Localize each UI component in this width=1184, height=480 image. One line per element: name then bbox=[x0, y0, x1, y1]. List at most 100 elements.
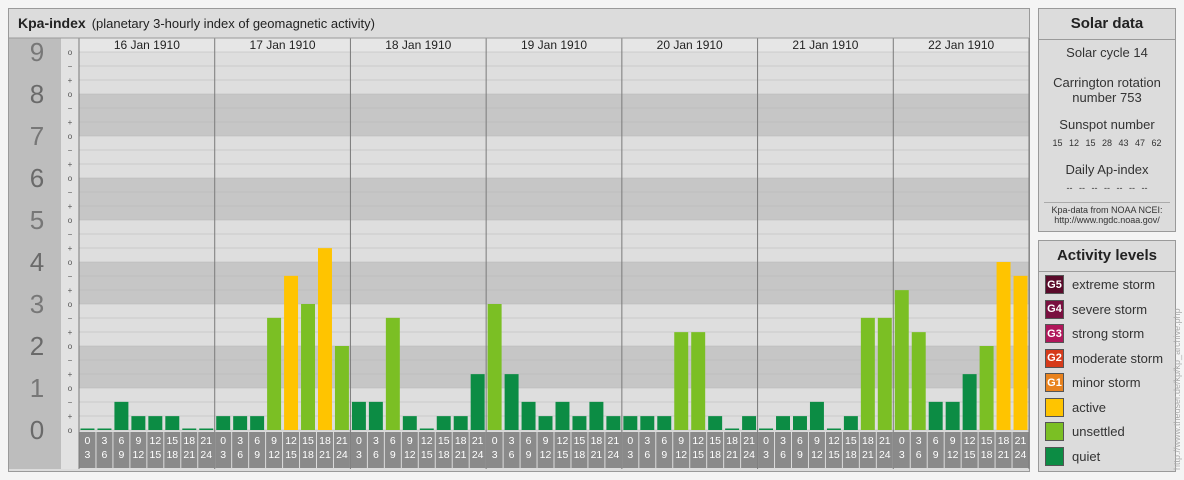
minor-tick-symbol: − bbox=[68, 398, 73, 407]
activity-level-swatch bbox=[1045, 422, 1064, 441]
kp-bar bbox=[877, 317, 892, 430]
interval-start-label: 21 bbox=[879, 435, 891, 447]
solar-data-title: Solar data bbox=[1039, 9, 1175, 40]
kp-bar bbox=[657, 416, 672, 430]
interval-start-label: 3 bbox=[509, 435, 515, 447]
activity-level-swatch: G1 bbox=[1045, 373, 1064, 392]
activity-level-label: unsettled bbox=[1072, 424, 1125, 439]
interval-start-label: 12 bbox=[149, 435, 161, 447]
interval-start-label: 3 bbox=[780, 435, 786, 447]
interval-end-label: 9 bbox=[118, 449, 124, 461]
activity-level-swatch: G4 bbox=[1045, 299, 1064, 319]
interval-start-label: 21 bbox=[743, 435, 755, 447]
activity-level-moderate-storm: G2 moderate storm bbox=[1045, 348, 1163, 368]
interval-start-label: 0 bbox=[356, 435, 362, 447]
activity-level-label: minor storm bbox=[1072, 375, 1141, 390]
kp-bar bbox=[419, 428, 434, 430]
minor-tick-symbol: + bbox=[68, 370, 73, 379]
interval-start-label: 6 bbox=[254, 435, 260, 447]
carrington-rotation-number: number 753 bbox=[1072, 90, 1142, 105]
kp-bar bbox=[97, 428, 112, 430]
interval-start-label: 15 bbox=[302, 435, 314, 447]
kp-bar bbox=[114, 401, 129, 430]
activity-level-swatch: G3 bbox=[1045, 324, 1064, 343]
interval-start-label: 0 bbox=[492, 435, 498, 447]
day-label: 19 Jan 1910 bbox=[521, 38, 587, 52]
y-tick-label: 0 bbox=[30, 415, 44, 445]
interval-start-label: 12 bbox=[964, 435, 976, 447]
interval-end-label: 6 bbox=[102, 449, 108, 461]
activity-level-active: active bbox=[1045, 397, 1106, 417]
interval-start-label: 21 bbox=[472, 435, 484, 447]
solar-data-panel: Solar data Solar cycle 14 Carrington rot… bbox=[1038, 8, 1176, 232]
interval-end-label: 3 bbox=[627, 449, 633, 461]
interval-start-label: 3 bbox=[916, 435, 922, 447]
kp-bar bbox=[453, 416, 468, 430]
minor-tick-symbol: + bbox=[68, 118, 73, 127]
interval-end-label: 15 bbox=[557, 449, 569, 461]
kp-bar bbox=[504, 374, 519, 430]
interval-start-label: 15 bbox=[166, 435, 178, 447]
kp-bar bbox=[402, 416, 417, 430]
interval-end-label: 15 bbox=[828, 449, 840, 461]
interval-start-label: 6 bbox=[118, 435, 124, 447]
activity-level-extreme-storm: G5 extreme storm bbox=[1045, 275, 1155, 294]
interval-start-label: 9 bbox=[543, 435, 549, 447]
minor-tick-symbol: − bbox=[68, 62, 73, 71]
minor-tick-symbol: o bbox=[68, 384, 73, 393]
y-tick-label: 8 bbox=[30, 79, 44, 109]
interval-end-label: 24 bbox=[200, 449, 212, 461]
activity-level-unsettled: unsettled bbox=[1045, 422, 1125, 441]
interval-end-label: 3 bbox=[85, 449, 91, 461]
kp-bar bbox=[250, 416, 265, 430]
interval-end-label: 24 bbox=[879, 449, 891, 461]
activity-level-label: extreme storm bbox=[1072, 277, 1156, 292]
interval-end-label: 21 bbox=[998, 449, 1010, 461]
minor-tick-symbol: o bbox=[68, 300, 73, 309]
kp-bar bbox=[538, 416, 553, 430]
kp-bar bbox=[1013, 275, 1028, 430]
interval-start-label: 18 bbox=[998, 435, 1010, 447]
minor-tick-symbol: + bbox=[68, 202, 73, 211]
interval-start-label: 6 bbox=[661, 435, 667, 447]
kp-bar bbox=[351, 401, 366, 430]
interval-start-label: 3 bbox=[237, 435, 243, 447]
interval-end-label: 9 bbox=[661, 449, 667, 461]
interval-start-label: 0 bbox=[763, 435, 769, 447]
interval-start-label: 3 bbox=[644, 435, 650, 447]
band-level-6 bbox=[79, 136, 1029, 178]
kp-bar bbox=[708, 416, 723, 430]
kp-bar bbox=[436, 416, 451, 430]
kp-bar bbox=[996, 262, 1011, 430]
interval-end-label: 15 bbox=[692, 449, 704, 461]
carrington-rotation-label: Carrington rotation bbox=[1053, 75, 1161, 90]
interval-start-label: 9 bbox=[678, 435, 684, 447]
interval-end-label: 18 bbox=[709, 449, 721, 461]
kp-bar bbox=[826, 428, 841, 430]
minor-tick-symbol: − bbox=[68, 272, 73, 281]
y-tick-label: 3 bbox=[30, 289, 44, 319]
kp-bar bbox=[674, 332, 689, 430]
interval-start-label: 3 bbox=[102, 435, 108, 447]
interval-end-label: 18 bbox=[574, 449, 586, 461]
interval-end-label: 3 bbox=[356, 449, 362, 461]
interval-end-label: 21 bbox=[455, 449, 467, 461]
kp-bar bbox=[894, 290, 909, 430]
day-label: 16 Jan 1910 bbox=[114, 38, 180, 52]
kp-bar bbox=[945, 401, 960, 430]
minor-tick-symbol: + bbox=[68, 286, 73, 295]
interval-end-label: 12 bbox=[947, 449, 959, 461]
y-tick-label: 1 bbox=[30, 373, 44, 403]
kp-bar bbox=[860, 317, 875, 430]
daily-ap-label: Daily Ap-index bbox=[1065, 162, 1149, 177]
kp-bar bbox=[979, 346, 994, 430]
activity-level-strong-storm: G3 strong storm bbox=[1045, 324, 1144, 343]
interval-start-label: 18 bbox=[591, 435, 603, 447]
minor-tick-symbol: o bbox=[68, 426, 73, 435]
minor-tick-symbol: − bbox=[68, 230, 73, 239]
kp-bar bbox=[776, 416, 790, 430]
interval-start-label: 21 bbox=[200, 435, 212, 447]
interval-start-label: 18 bbox=[319, 435, 331, 447]
interval-end-label: 9 bbox=[526, 449, 532, 461]
y-tick-label: 9 bbox=[30, 37, 44, 67]
